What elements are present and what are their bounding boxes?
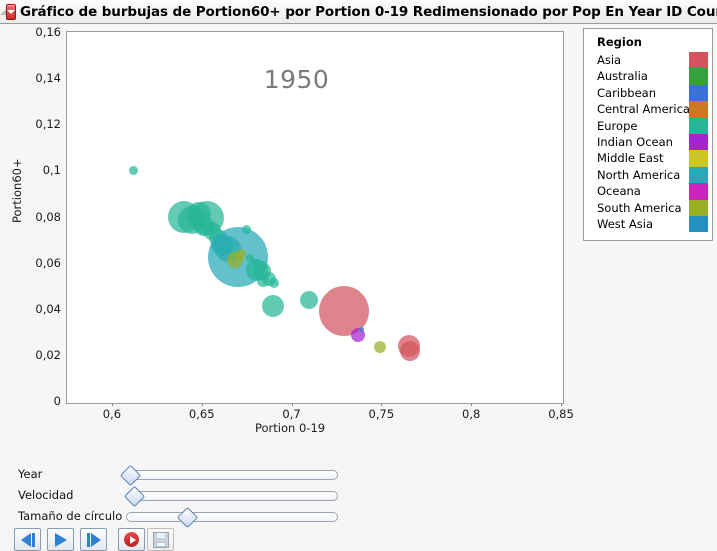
legend-color-swatch [689, 133, 708, 151]
legend-item[interactable]: Asia [584, 52, 712, 69]
slider-row: Year [0, 464, 717, 487]
record-icon [124, 532, 139, 547]
floppy-disk-icon [152, 531, 169, 548]
legend-item-label: Australia [597, 69, 648, 84]
legend-color-swatch [689, 68, 708, 85]
legend-item-label: Europe [597, 118, 638, 133]
step-backward-icon [20, 532, 35, 547]
x-axis-label: Portion 0-19 [255, 421, 326, 435]
bubble-point[interactable] [129, 166, 139, 176]
legend-item-label: Central America [597, 102, 690, 117]
legend-item-list: Asia Australia Caribbean Central America Eur… [584, 52, 712, 233]
x-tick-label: 0,75 [368, 407, 395, 421]
legend-title: Region [597, 35, 642, 49]
legend-item-label: Asia [597, 53, 622, 67]
legend-item-label: Oceana [597, 184, 641, 199]
legend-color-swatch [689, 150, 708, 167]
x-tick-label: 0,6 [102, 407, 122, 421]
x-tick-label: 0,7 [282, 407, 301, 421]
page-title: Gráfico de burbujas de Portion60+ por Po… [20, 3, 717, 20]
legend-color-swatch [689, 166, 708, 184]
legend-color-swatch [689, 52, 708, 69]
step-forward-icon [86, 532, 101, 547]
legend-color-swatch [689, 183, 708, 200]
plot-panel: Portion60+ Portion 0-19 0 0,02 0,04 0,06 0,0… [0, 23, 717, 551]
slider-track[interactable] [126, 512, 338, 522]
red-dropdown-triangle-icon[interactable] [6, 3, 16, 20]
playback-controls: Year Velocidad Tamaño de círculo [0, 464, 717, 551]
legend-item[interactable]: Caribbean [584, 84, 712, 102]
legend-item[interactable]: Australia [584, 68, 712, 85]
bubble-point[interactable] [359, 326, 365, 332]
save-button [147, 528, 174, 551]
legend-item[interactable]: Indian Ocean [584, 133, 712, 151]
legend-item[interactable]: Central America [584, 101, 712, 118]
slider-thumb[interactable] [124, 485, 146, 508]
legend-item[interactable]: South America [584, 199, 712, 216]
legend-item-label: North America [597, 167, 681, 182]
legend-item[interactable]: West Asia [584, 215, 712, 233]
slider-label: Year [18, 467, 43, 481]
slider-thumb[interactable] [119, 464, 142, 487]
y-axis-ticks: 0 0,02 0,04 0,06 0,08 0,1 0,12 0,14 0,16 [14, 23, 79, 423]
y-tick-label: 0,14 [35, 71, 61, 86]
y-tick-label: 0,12 [35, 117, 61, 132]
x-tick-label: 0,85 [548, 407, 574, 421]
y-tick-label: 0,04 [35, 301, 61, 316]
play-button[interactable] [47, 528, 74, 551]
legend-item[interactable]: Oceana [584, 183, 712, 200]
legend-color-swatch [689, 84, 708, 102]
bubble-point[interactable] [400, 340, 421, 361]
legend-item-label: Indian Ocean [597, 134, 673, 149]
legend-color-swatch [689, 101, 708, 118]
legend-item[interactable]: Middle East [584, 150, 712, 167]
bubble-point[interactable] [374, 341, 387, 354]
legend-color-swatch [689, 215, 708, 233]
legend: Region Asia Australia Caribbean Central Ame… [583, 28, 713, 241]
step-forward-button[interactable] [80, 528, 107, 551]
slider-track[interactable] [126, 491, 338, 501]
slider-label: Velocidad [18, 488, 74, 502]
y-tick-label: 0,06 [35, 255, 61, 270]
slider-label: Tamaño de círculo [18, 509, 123, 523]
slider-thumb[interactable] [176, 506, 198, 529]
legend-item-label: Caribbean [597, 85, 657, 100]
x-axis-ticks: 0,6 0,65 0,7 0,75 0,8 0,85 [0, 402, 717, 423]
x-tick-label: 0,8 [462, 407, 481, 421]
y-tick-label: 0 [53, 394, 61, 408]
step-back-button[interactable] [14, 528, 41, 551]
bubble-plot-window: Gráfico de burbujas de Portion60+ por Po… [0, 0, 717, 551]
year-annotation: 1950 [263, 65, 330, 95]
bubble-point[interactable] [235, 248, 246, 259]
bubble-point[interactable] [261, 294, 284, 317]
window-titlebar: Gráfico de burbujas de Portion60+ por Po… [0, 0, 717, 24]
legend-item-label: South America [597, 200, 682, 215]
legend-color-swatch [689, 199, 708, 216]
slider-track[interactable] [126, 470, 338, 480]
bubble-point[interactable] [268, 278, 279, 289]
legend-item[interactable]: Europe [584, 117, 712, 134]
x-tick-label: 0,65 [188, 407, 215, 421]
slider-row: Tamaño de círculo [0, 506, 717, 529]
record-button[interactable] [118, 528, 145, 551]
legend-item-label: Middle East [597, 151, 664, 166]
legend-color-swatch [689, 117, 708, 134]
slider-row: Velocidad [0, 485, 717, 508]
legend-item-label: West Asia [597, 216, 654, 231]
y-tick-label: 0,02 [35, 347, 61, 362]
bubble-point[interactable] [299, 290, 318, 309]
legend-item[interactable]: North America [584, 166, 712, 184]
plot-canvas[interactable]: 1950 [66, 31, 564, 404]
y-tick-label: 0,16 [35, 25, 61, 39]
y-tick-label: 0,08 [35, 209, 61, 224]
play-icon [54, 532, 67, 547]
y-tick-label: 0,1 [42, 163, 61, 178]
